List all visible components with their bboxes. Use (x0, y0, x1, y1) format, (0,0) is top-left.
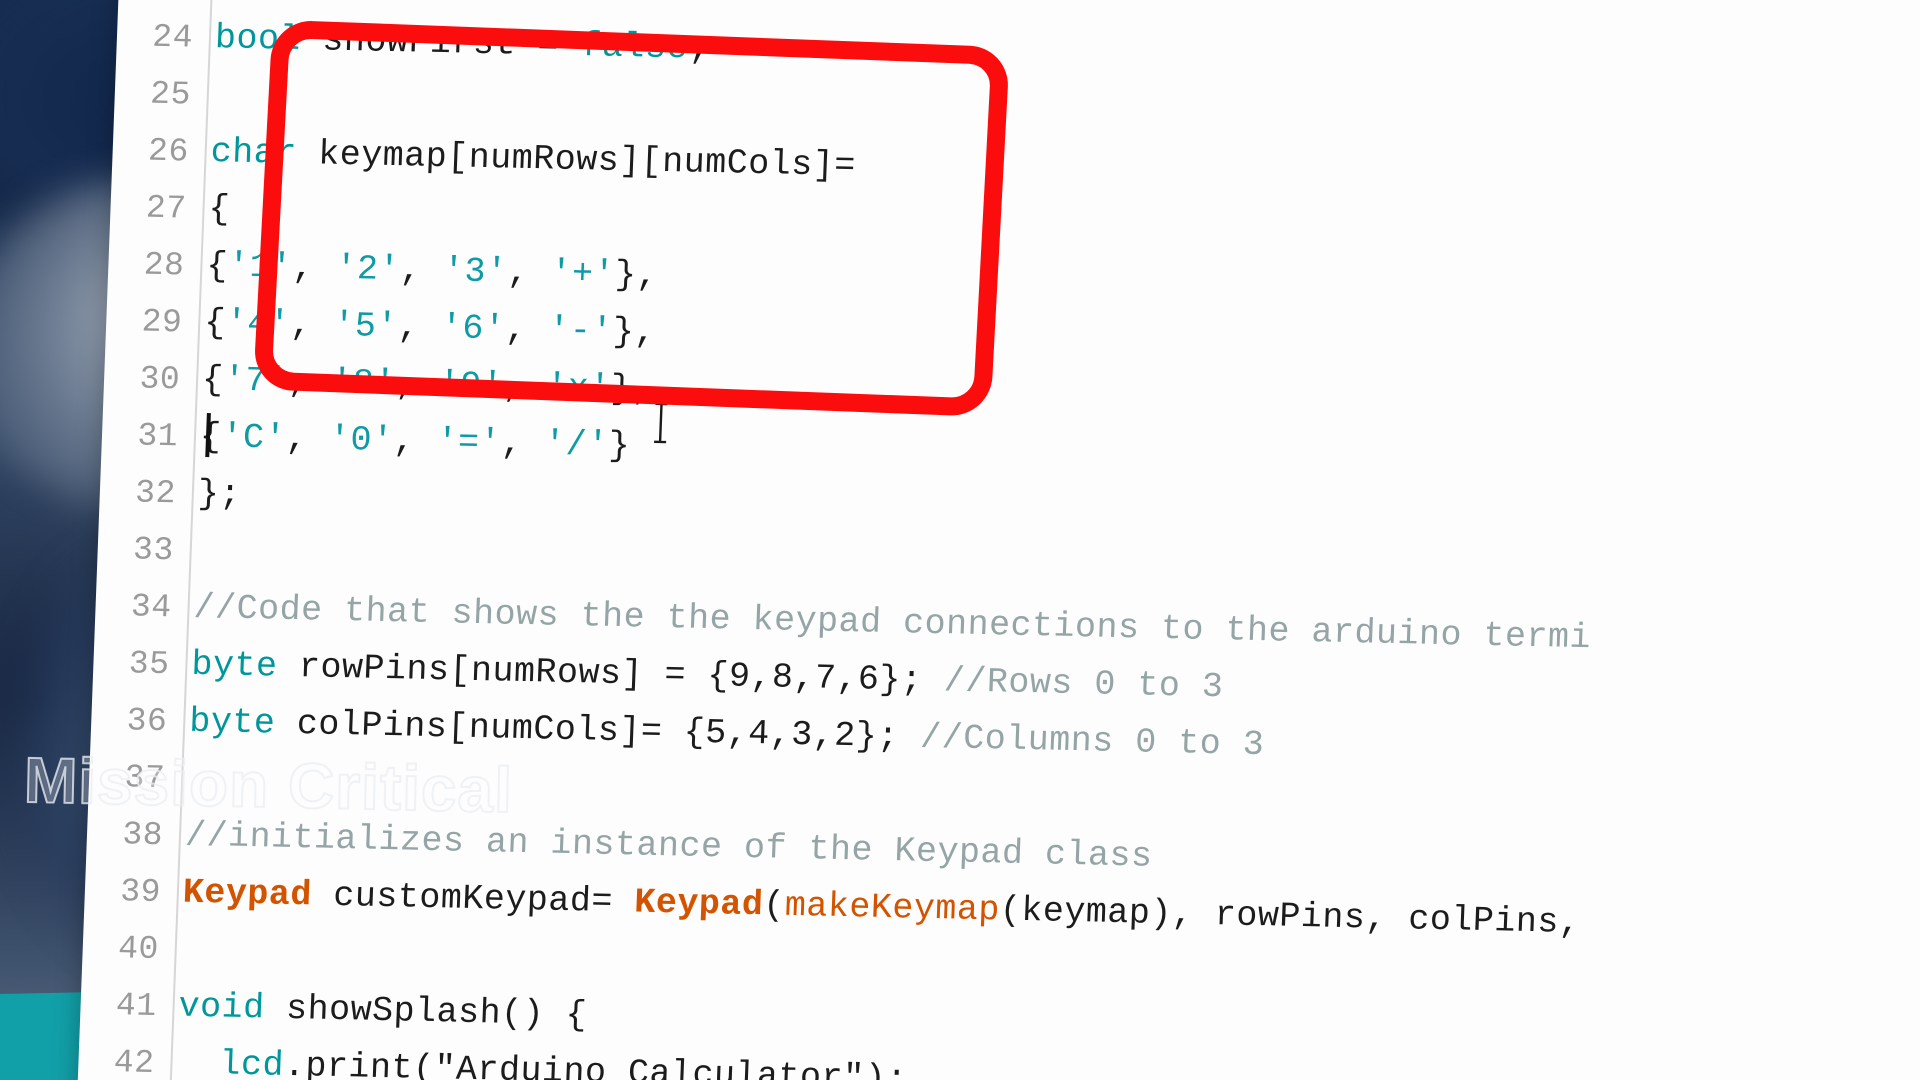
code-token: byte (188, 701, 277, 744)
line-number: 27 (145, 189, 188, 228)
code-token: makeKeymap (784, 885, 1001, 931)
line-number: 34 (130, 588, 173, 627)
code-token: '1' (227, 246, 294, 288)
code-token: { (203, 302, 227, 344)
code-token: { (199, 416, 223, 458)
code-token: , (399, 250, 444, 292)
code-token: '0' (328, 419, 395, 462)
code-token: '5' (332, 305, 399, 348)
code-token: colPins[numCols]= {5,4,3,2}; (274, 703, 922, 758)
line-number: 32 (134, 474, 177, 513)
code-token: '=' (435, 422, 502, 464)
code-token: '8' (330, 362, 397, 405)
line-number: 33 (132, 531, 175, 570)
code-token: { (201, 359, 225, 401)
code-token: } (607, 425, 631, 467)
code-token: '9' (437, 365, 504, 407)
line-number: 42 (113, 1044, 156, 1080)
code-token: , (289, 304, 335, 346)
code-token: { (207, 189, 231, 230)
code-token: (keymap), rowPins, colPins, (999, 890, 1582, 944)
code-token: , (392, 421, 438, 463)
line-number: 30 (138, 360, 181, 399)
line-number: 28 (143, 246, 186, 285)
code-token: }, (614, 254, 659, 296)
code-token: //Rows 0 to 3 (943, 661, 1225, 708)
code-token: customKeypad= (311, 875, 636, 923)
code-token: '6' (440, 308, 507, 350)
code-token: Keypad (633, 882, 765, 926)
code-token: 'x' (545, 367, 612, 409)
code-token: }, (612, 311, 657, 353)
code-token: Keypad (182, 872, 313, 916)
code-token: //Columns 0 to 3 (919, 717, 1265, 766)
code-token: showSplash() { (263, 988, 588, 1036)
code-token: bool (214, 18, 302, 60)
code-token: , (502, 366, 547, 408)
line-number: 41 (115, 987, 158, 1026)
code-token: byte (190, 644, 279, 687)
code-token: ( (762, 885, 786, 926)
code-token: '-' (547, 310, 614, 352)
code-token: ; (687, 28, 711, 69)
code-token: , (506, 252, 552, 294)
code-token: , (500, 423, 545, 465)
code-line-text[interactable]: {'7', '8', '9', 'x'}, (179, 351, 655, 418)
screenshot-stage: 24 bool showFirst = false; 25 26 char keymap… (0, 0, 1920, 1080)
line-number: 39 (119, 873, 162, 912)
line-number: 38 (121, 816, 164, 855)
line-number: 31 (136, 417, 179, 456)
code-token: '4' (225, 303, 292, 345)
code-token: , (287, 361, 332, 403)
code-token: , (504, 309, 550, 351)
code-line-text[interactable]: {'4', '5', '6', '-'}, (181, 294, 657, 361)
code-token: , (291, 247, 337, 289)
line-number: 26 (147, 132, 190, 171)
code-token: false (579, 26, 689, 69)
code-line-text[interactable]: {'C', '0', '=', '/'} (177, 408, 631, 475)
code-token: , (394, 364, 440, 406)
code-token: , (285, 418, 330, 460)
code-line-text[interactable]: void showSplash() { (156, 978, 589, 1044)
code-token: lcd (218, 1044, 285, 1080)
code-area[interactable]: 24 bool showFirst = false; 25 26 char keymap… (77, 8, 1920, 1080)
code-token: rowPins[numRows] = {9,8,7,6}; (276, 646, 945, 702)
code-editor-panel[interactable]: 24 bool showFirst = false; 25 26 char keymap… (74, 0, 1920, 1080)
code-token: '3' (442, 251, 509, 293)
code-token: }, (609, 368, 655, 410)
line-number: 25 (149, 75, 192, 114)
line-number: 37 (123, 759, 166, 798)
code-token: keymap[numRows][numCols]= (295, 133, 857, 187)
code-token: char (209, 132, 298, 174)
line-number: 24 (151, 18, 194, 57)
code-token: .print("Arduino Calculator"); (283, 1045, 909, 1080)
code-token: showFirst = (300, 19, 582, 67)
code-token: , (397, 307, 442, 349)
code-line-text[interactable]: { (185, 181, 231, 239)
line-number: 29 (140, 303, 183, 342)
code-line-text[interactable]: {'1', '2', '3', '+'}, (183, 237, 659, 304)
code-line-text[interactable]: bool showFirst = false; (192, 10, 711, 78)
code-token: '+' (549, 253, 616, 295)
code-token: '2' (334, 248, 401, 291)
code-token: '/' (543, 424, 610, 466)
line-number: 40 (117, 930, 160, 969)
code-line-text[interactable]: }; (175, 465, 242, 523)
code-token: void (177, 986, 266, 1029)
code-token: { (205, 245, 229, 287)
line-number: 35 (128, 645, 171, 684)
line-number: 36 (126, 702, 168, 741)
code-token: }; (197, 473, 242, 515)
code-token: '7' (222, 360, 289, 402)
code-token: 'C' (220, 417, 287, 459)
